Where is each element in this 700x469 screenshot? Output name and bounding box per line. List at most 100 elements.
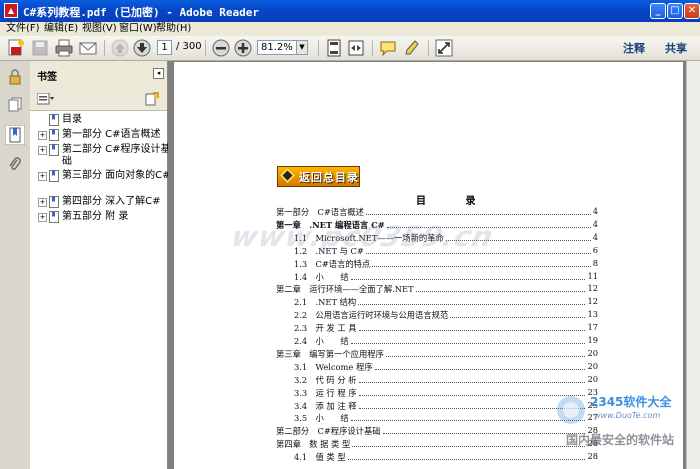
page-count: / 300 [176, 41, 202, 52]
toc-row[interactable]: 3.1 Welcome 程序 20 [276, 361, 598, 374]
toc-entry-text: 第二部分 C#程序设计基础 [276, 426, 381, 437]
zoom-out-icon[interactable] [211, 38, 231, 58]
expand-toggle[interactable]: + [38, 146, 47, 155]
comment-bubble-icon[interactable] [378, 38, 398, 58]
bookmarks-panel: 书签 ◂ 目录 + 第一部分 C#语言概述 + 第二部分 C#程序设计基础 + … [30, 61, 171, 469]
toc-leader-dots [450, 317, 585, 319]
toc-leader-dots [359, 381, 585, 383]
watermark-brand: 2345软件大全 [590, 395, 672, 409]
share-button[interactable]: 共享 [665, 40, 687, 56]
lock-icon[interactable] [7, 69, 23, 85]
toc-row[interactable]: 2.4 小 结 19 [276, 335, 598, 348]
bookmark-page-icon [49, 114, 59, 126]
bookmarks-header: 书签 ◂ [30, 61, 167, 88]
toc-page-number: 17 [587, 322, 598, 333]
toc-leader-dots [358, 304, 585, 306]
toc-row[interactable]: 2.2 公用语言运行时环境与公用语言规范 13 [276, 309, 598, 322]
create-pdf-icon[interactable] [6, 38, 26, 58]
menu-help[interactable]: 帮助(H) [156, 22, 191, 36]
menu-file[interactable]: 文件(F) [6, 22, 40, 36]
bookmark-label: 第一部分 C#语言概述 [62, 129, 161, 140]
toc-page-number: 6 [592, 244, 598, 255]
options-menu-icon[interactable] [37, 93, 55, 105]
toc-entry-text: 2.3 开 发 工 具 [294, 323, 357, 334]
toc-entry-text: 2.2 公用语言运行时环境与公用语言规范 [294, 310, 449, 321]
fit-width-icon[interactable] [346, 38, 366, 58]
toc-leader-dots [351, 278, 585, 280]
expand-toggle[interactable]: + [38, 213, 47, 222]
bookmark-page-icon [49, 144, 59, 156]
title-bar: ▲ C#系列教程.pdf (已加密) - Adobe Reader _ □ ✕ [0, 0, 700, 22]
zoom-in-icon[interactable] [233, 38, 253, 58]
toc-row[interactable]: 2.1 .NET 结构 12 [276, 296, 598, 309]
toc-entry-text: 1.4 小 结 [294, 271, 349, 282]
toc-row[interactable]: 1.3 C#语言的特点 8 [276, 258, 598, 271]
toolbar-separator [372, 40, 373, 56]
toc-leader-dots [372, 265, 591, 267]
pdf-app-icon: ▲ [4, 3, 18, 18]
toc-title: 目 录 [416, 196, 494, 207]
toc-row[interactable]: 4.1 值 类 型 28 [276, 451, 598, 464]
toc-page-number: 4 [592, 231, 598, 242]
previous-page-icon[interactable] [110, 38, 130, 58]
bookmark-label: 第五部分 附 录 [62, 211, 129, 222]
toc-page-number: 20 [587, 360, 598, 371]
menu-view[interactable]: 视图(V) [82, 22, 117, 36]
toolbar-separator [205, 40, 206, 56]
bookmark-label: 第四部分 深入了解C# [62, 196, 161, 207]
expand-icon[interactable] [434, 38, 454, 58]
fit-page-icon[interactable] [324, 38, 344, 58]
zoom-input[interactable]: 81.2% [257, 40, 297, 55]
toc-page-number: 4 [592, 206, 598, 216]
expand-toggle[interactable]: + [38, 172, 47, 181]
menu-edit[interactable]: 编辑(E) [44, 22, 78, 36]
toc-page-number: 20 [587, 373, 598, 384]
toc-row[interactable]: 第一部分 C#语言概述 4 [276, 206, 598, 219]
bookmark-label: 第二部分 C#程序设计基础 [62, 144, 171, 167]
toc-entry-text: 3.3 运 行 程 序 [294, 387, 357, 398]
toc-row[interactable]: 第二章 运行环境——全面了解.NET 12 [276, 283, 598, 296]
next-page-icon[interactable] [132, 38, 152, 58]
email-icon[interactable] [78, 38, 98, 58]
toc-row[interactable]: 2.3 开 发 工 具 17 [276, 322, 598, 335]
menu-bar: 文件(F) 编辑(E) 视图(V) 窗口(W) 帮助(H) [0, 22, 700, 36]
save-icon[interactable] [30, 38, 50, 58]
bookmark-label: 目录 [62, 114, 82, 125]
expand-toggle[interactable]: + [38, 198, 47, 207]
toolbar-separator [104, 40, 105, 56]
toc-row[interactable]: 1.4 小 结 11 [276, 271, 598, 284]
expand-bookmark-icon[interactable] [145, 92, 159, 106]
diamond-icon [279, 167, 296, 184]
close-panel-button[interactable]: ◂ [153, 68, 164, 79]
toc-row[interactable]: 3.2 代 码 分 析 20 [276, 374, 598, 387]
attachments-paperclip-icon[interactable] [7, 157, 23, 173]
expand-toggle[interactable]: + [38, 131, 47, 140]
bookmark-label: 第三部分 面向对象的C# [62, 170, 171, 181]
toc-leader-dots [359, 330, 585, 332]
close-button[interactable]: ✕ [684, 3, 700, 19]
page-number-input[interactable]: 1 [157, 40, 172, 55]
window-title: C#系列教程.pdf (已加密) - Adobe Reader [23, 6, 259, 19]
center-watermark: www.pc0359.cn [228, 220, 497, 253]
toc-leader-dots [416, 291, 585, 293]
bookmarks-icon[interactable] [5, 125, 25, 145]
bookmarks-title: 书签 [37, 72, 57, 83]
zoom-dropdown-button[interactable]: ▼ [296, 40, 308, 55]
highlight-pen-icon[interactable] [402, 38, 422, 58]
comment-button[interactable]: 注释 [623, 40, 645, 56]
toc-page-number: 12 [587, 296, 598, 307]
print-icon[interactable] [54, 38, 74, 58]
toc-row[interactable]: 第三章 编写第一个应用程序 20 [276, 348, 598, 361]
watermark-logo-icon [557, 396, 585, 424]
bookmark-page-icon [49, 211, 59, 223]
toc-page-number: 20 [587, 347, 598, 358]
maximize-button[interactable]: □ [667, 3, 683, 19]
pages-icon[interactable] [7, 96, 23, 112]
return-to-toc-banner[interactable]: 返回总目录 [277, 166, 360, 187]
toc-entry-text: 第一部分 C#语言概述 [276, 207, 364, 217]
minimize-button[interactable]: _ [650, 3, 666, 19]
toc-entry-text: 3.4 添 加 注 释 [294, 400, 357, 411]
toc-entry-text: 3.5 小 结 [294, 413, 349, 424]
toc-leader-dots [375, 368, 585, 370]
menu-window[interactable]: 窗口(W) [119, 22, 157, 36]
